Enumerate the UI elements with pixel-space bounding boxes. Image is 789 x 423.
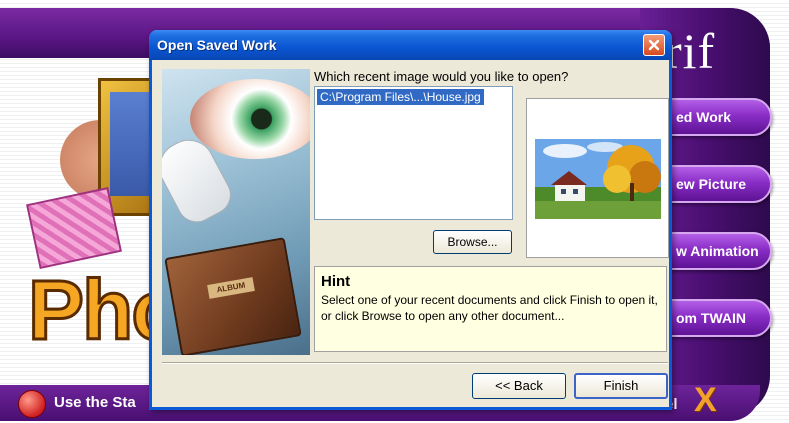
finish-button[interactable]: Finish (574, 373, 668, 399)
close-button[interactable] (643, 34, 665, 56)
dialog-title-bar[interactable]: Open Saved Work (149, 30, 672, 60)
dialog-prompt: Which recent image would you like to ope… (314, 69, 569, 84)
new-picture-button[interactable]: ew Picture (660, 165, 772, 203)
app-logo: rif (665, 23, 716, 79)
hint-title: Hint (321, 273, 351, 290)
new-animation-button[interactable]: w Animation (660, 232, 772, 270)
start-icon[interactable] (18, 390, 46, 418)
eye-graphic (190, 79, 310, 159)
hint-text: Select one of your recent documents and … (321, 293, 658, 323)
open-saved-work-button[interactable]: ed Work (660, 98, 772, 136)
dialog-title: Open Saved Work (157, 37, 277, 53)
album-graphic (164, 237, 302, 355)
dialog-side-artwork: ALBUM (162, 69, 310, 355)
from-twain-button[interactable]: om TWAIN (660, 299, 772, 337)
browse-button[interactable]: Browse... (433, 230, 512, 254)
open-saved-work-dialog: Open Saved Work ALBUM Which recent image… (149, 30, 672, 410)
start-text: Use the Sta (54, 394, 136, 411)
dialog-separator (162, 362, 668, 364)
preview-thumbnail (535, 139, 661, 219)
cancel-icon[interactable]: X (694, 381, 717, 420)
image-preview (526, 98, 669, 258)
back-button[interactable]: << Back (472, 373, 566, 399)
list-item[interactable]: C:\Program Files\...\House.jpg (317, 89, 484, 105)
hint-box: Hint Select one of your recent documents… (314, 266, 667, 352)
recent-files-list[interactable]: C:\Program Files\...\House.jpg (314, 86, 513, 220)
close-icon (648, 39, 660, 51)
